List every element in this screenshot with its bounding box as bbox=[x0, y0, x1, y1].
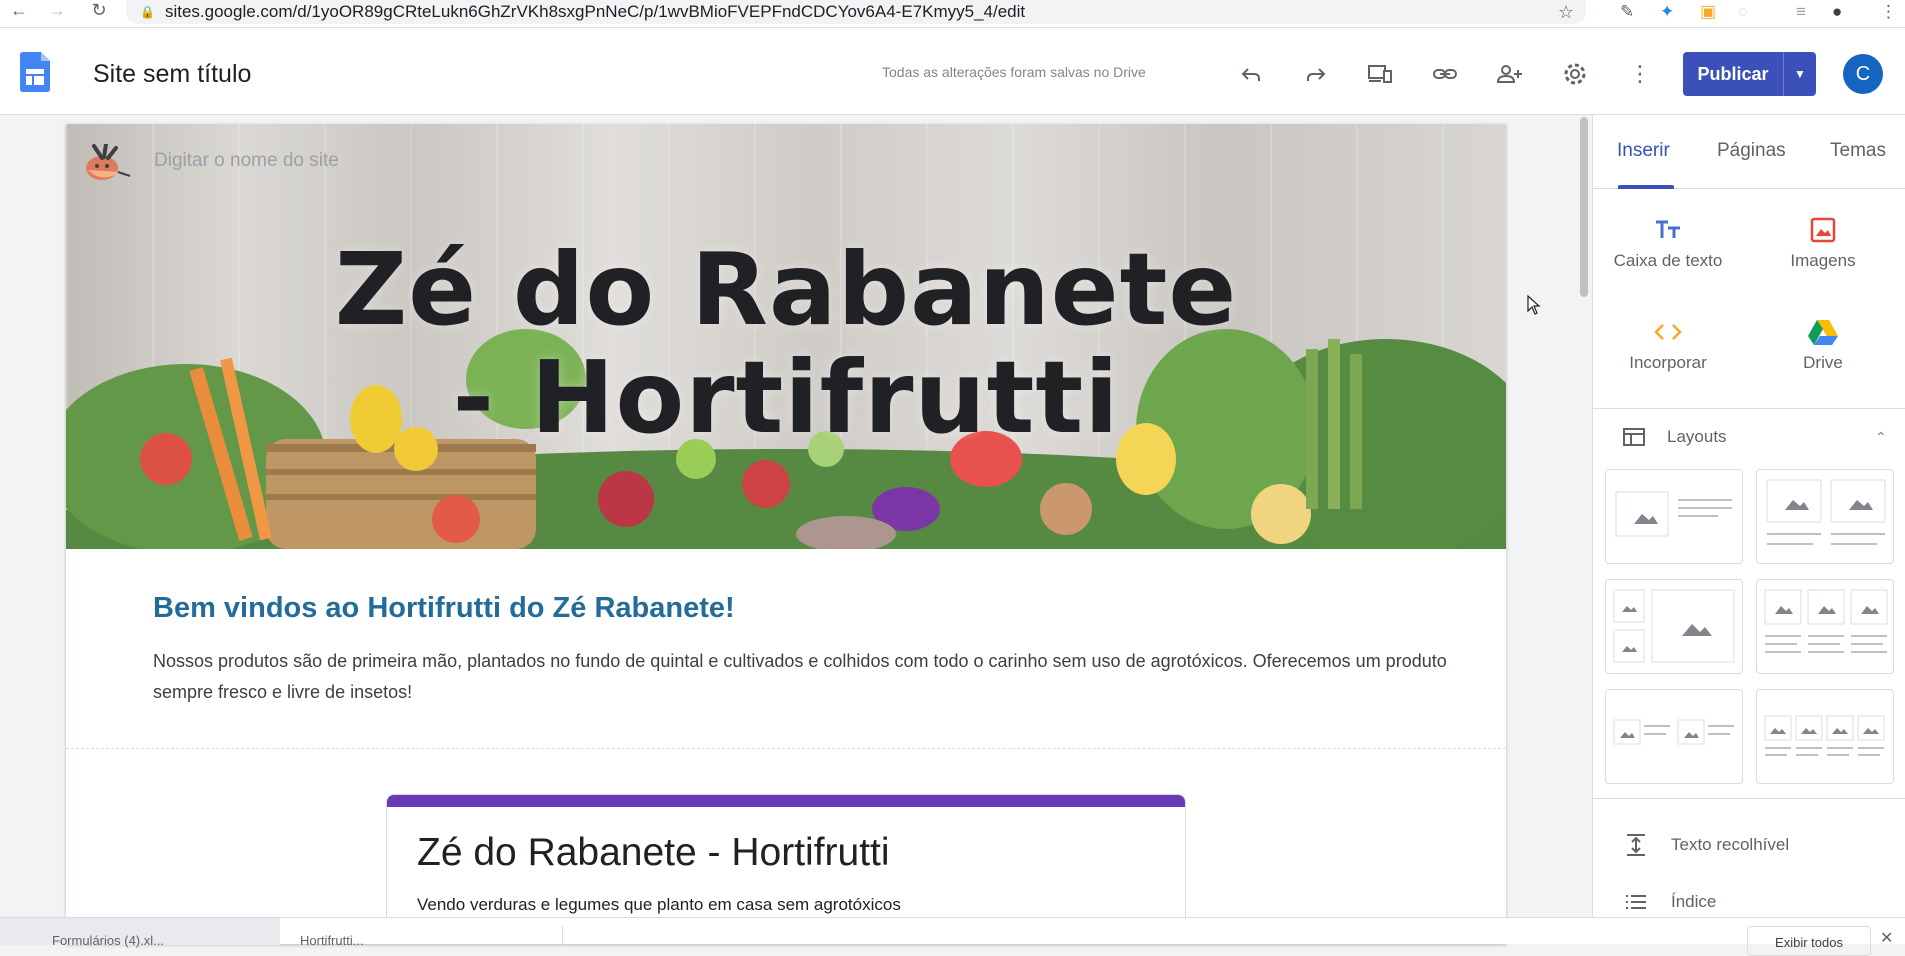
hero-title[interactable]: Zé do Rabanete - Hortifrutti bbox=[66, 236, 1506, 452]
preview-devices-icon[interactable] bbox=[1364, 58, 1396, 90]
download-item[interactable]: Formulários (4).xl... bbox=[0, 918, 280, 948]
profile-icon[interactable]: ● bbox=[1832, 2, 1842, 22]
panel-tabs: Inserir Páginas Temas bbox=[1593, 115, 1905, 189]
publish-dropdown-chevron-icon[interactable]: ▼ bbox=[1783, 52, 1816, 96]
layouts-label: Layouts bbox=[1667, 427, 1727, 446]
browser-menu-icon[interactable]: ⋮ bbox=[1880, 2, 1897, 22]
insert-table-of-contents[interactable]: Índice bbox=[1625, 892, 1716, 912]
drive-icon bbox=[1748, 315, 1898, 349]
extension-icon[interactable]: ≡ bbox=[1796, 2, 1806, 22]
form-description: Vendo verduras e legumes que planto em c… bbox=[417, 895, 901, 914]
save-status: Todas as alterações foram salvas no Driv… bbox=[882, 64, 1146, 80]
insert-text-box-label: Caixa de texto bbox=[1613, 251, 1723, 270]
insert-drive[interactable]: Drive bbox=[1748, 315, 1898, 373]
insert-embed-label: Incorporar bbox=[1629, 353, 1707, 372]
panel-separator bbox=[1593, 798, 1905, 799]
url-text: sites.google.com/d/1yoOR89gCRteLukn6GhZr… bbox=[164, 2, 1026, 21]
hero-banner[interactable]: Digitar o nome do site Zé do Rabanete - … bbox=[66, 124, 1506, 549]
redo-icon[interactable] bbox=[1300, 58, 1332, 90]
scrollbar-thumb[interactable] bbox=[1580, 117, 1588, 297]
layout-option-two-images[interactable] bbox=[1756, 469, 1894, 564]
extension-icon[interactable]: ○ bbox=[1738, 2, 1748, 22]
insert-drive-label: Drive bbox=[1803, 353, 1843, 372]
insert-images[interactable]: Imagens bbox=[1748, 213, 1898, 271]
account-avatar[interactable]: C bbox=[1843, 54, 1883, 94]
google-sites-logo[interactable] bbox=[20, 52, 50, 92]
site-name-input[interactable]: Digitar o nome do site bbox=[154, 150, 339, 172]
publish-label: Publicar bbox=[1697, 63, 1769, 84]
reload-icon[interactable]: ↻ bbox=[86, 0, 112, 21]
lock-icon: 🔒 bbox=[140, 5, 155, 19]
show-all-downloads-button[interactable]: Exibir todos bbox=[1747, 926, 1871, 956]
collapsible-text-icon bbox=[1627, 834, 1645, 856]
insert-embed[interactable]: Incorporar bbox=[1593, 315, 1743, 373]
download-item[interactable]: Hortifrutti... bbox=[300, 933, 364, 948]
extension-icon[interactable]: ▣ bbox=[1700, 2, 1716, 22]
forward-icon[interactable]: → bbox=[44, 0, 70, 21]
shelf-divider bbox=[562, 926, 563, 945]
tab-inserir[interactable]: Inserir bbox=[1617, 140, 1670, 162]
layouts-section-header[interactable]: Layouts bbox=[1623, 427, 1727, 447]
share-add-person-icon[interactable] bbox=[1494, 58, 1526, 90]
form-accent-bar bbox=[387, 795, 1185, 807]
active-tab-indicator bbox=[1618, 185, 1674, 189]
canvas-scrollbar[interactable] bbox=[1580, 115, 1588, 945]
layout-option-four-images[interactable] bbox=[1756, 689, 1894, 784]
insert-text-box[interactable]: Caixa de texto bbox=[1593, 213, 1743, 271]
layout-option-three-images[interactable] bbox=[1756, 579, 1894, 674]
sites-header: Site sem título Todas as alterações fora… bbox=[0, 28, 1905, 115]
bookmark-star-icon[interactable]: ☆ bbox=[1558, 2, 1574, 23]
panel-separator bbox=[1593, 408, 1905, 409]
downloads-shelf: Formulários (4).xl... Hortifrutti... Exi… bbox=[0, 917, 1905, 956]
insert-collapsible-text[interactable]: Texto recolhível bbox=[1625, 833, 1789, 857]
welcome-heading[interactable]: Bem vindos ao Hortifrutti do Zé Rabanete… bbox=[153, 592, 735, 625]
tab-paginas[interactable]: Páginas bbox=[1717, 140, 1786, 162]
extension-icon[interactable]: ✎ bbox=[1620, 2, 1634, 22]
site-document-title[interactable]: Site sem título bbox=[93, 60, 251, 89]
intro-paragraph[interactable]: Nossos produtos são de primeira mão, pla… bbox=[153, 646, 1453, 708]
extension-icon[interactable]: ✦ bbox=[1660, 2, 1674, 22]
collapsible-text-label: Texto recolhível bbox=[1671, 835, 1790, 854]
settings-gear-icon[interactable] bbox=[1559, 58, 1591, 90]
hero-title-line2: - Hortifrutti bbox=[452, 339, 1120, 456]
layout-option-image-text[interactable] bbox=[1605, 469, 1743, 564]
address-bar[interactable]: 🔒 sites.google.com/d/1yoOR89gCRteLukn6Gh… bbox=[126, 0, 1586, 24]
more-options-icon[interactable]: ⋮ bbox=[1624, 58, 1656, 90]
layout-option-image-grid[interactable] bbox=[1605, 579, 1743, 674]
insert-images-label: Imagens bbox=[1790, 251, 1856, 270]
browser-toolbar: ← → ↻ 🔒 sites.google.com/d/1yoOR89gCRteL… bbox=[0, 0, 1905, 28]
tab-temas[interactable]: Temas bbox=[1830, 140, 1886, 162]
insert-panel: Inserir Páginas Temas Caixa de texto Ima… bbox=[1592, 115, 1905, 944]
image-icon bbox=[1748, 213, 1898, 247]
site-canvas[interactable]: Digitar o nome do site Zé do Rabanete - … bbox=[66, 124, 1506, 944]
text-box-icon bbox=[1593, 213, 1743, 247]
close-shelf-icon[interactable]: ✕ bbox=[1880, 928, 1893, 948]
mouse-cursor-icon bbox=[1527, 295, 1541, 315]
back-icon[interactable]: ← bbox=[6, 0, 32, 21]
hero-title-line1: Zé do Rabanete bbox=[334, 231, 1238, 348]
section-divider bbox=[66, 748, 1506, 749]
undo-icon[interactable] bbox=[1235, 58, 1267, 90]
collapse-chevron-icon[interactable]: ⌃ bbox=[1875, 429, 1887, 446]
table-of-contents-label: Índice bbox=[1671, 892, 1717, 911]
table-of-contents-icon bbox=[1626, 895, 1646, 909]
radish-logo[interactable] bbox=[80, 144, 132, 184]
form-title: Zé do Rabanete - Hortifrutti bbox=[417, 831, 890, 874]
publish-button[interactable]: Publicar ▼ bbox=[1683, 52, 1816, 96]
link-icon[interactable] bbox=[1429, 58, 1461, 90]
layout-option-image-text-pairs[interactable] bbox=[1605, 689, 1743, 784]
layouts-icon bbox=[1623, 428, 1645, 446]
embed-icon bbox=[1593, 315, 1743, 349]
